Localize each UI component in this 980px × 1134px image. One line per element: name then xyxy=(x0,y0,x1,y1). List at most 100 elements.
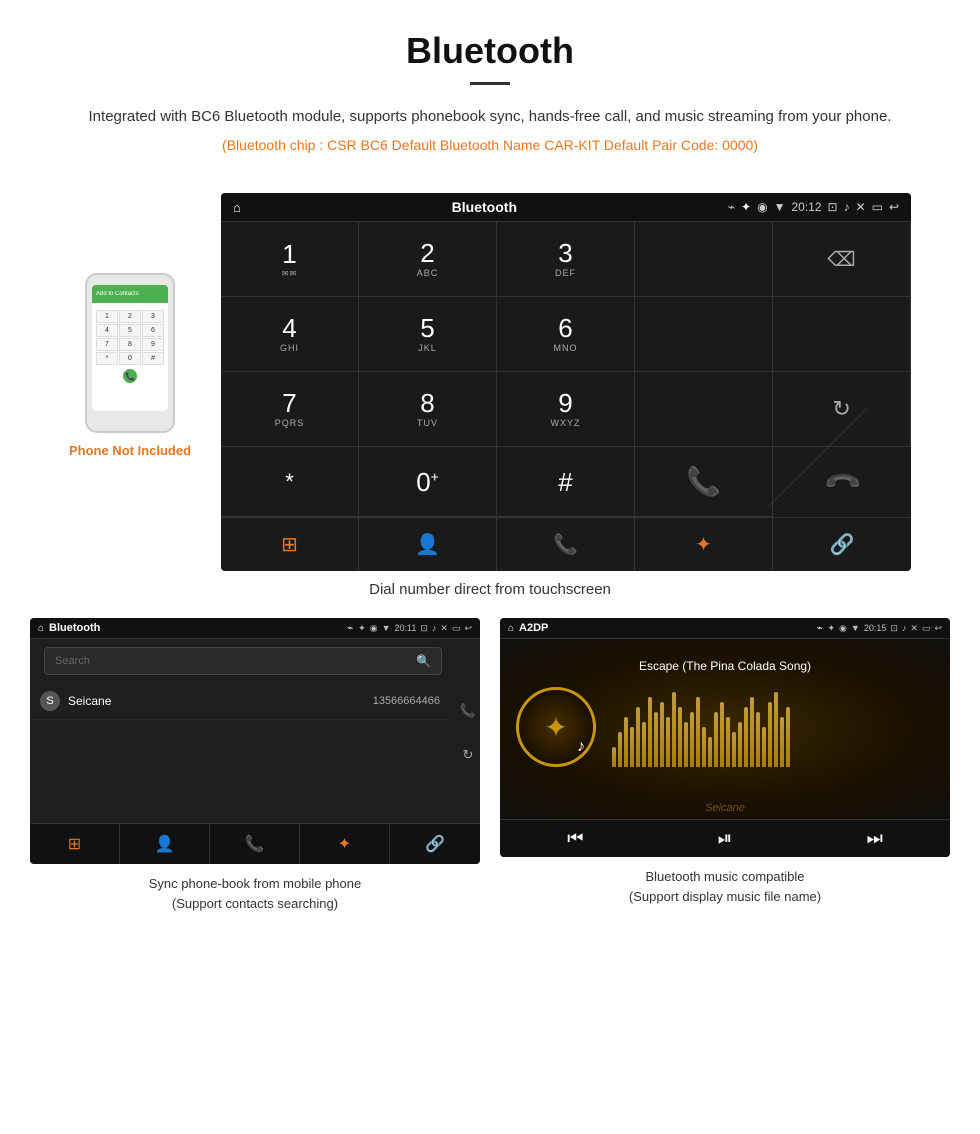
car-btn-phone[interactable]: 📞 xyxy=(497,518,635,571)
bluetooth-status-icon: ✦ xyxy=(741,200,751,214)
phone-keypad-row: 1 2 3 4 5 6 7 8 9 * 0 # xyxy=(96,310,164,365)
dial-key-2[interactable]: 2 ABC xyxy=(359,222,497,297)
search-icon[interactable]: 🔍 xyxy=(416,654,431,668)
pb-time: 20:11 xyxy=(394,623,416,634)
phone-image: Add to Contacts 1 2 3 4 5 6 7 8 9 * 0 xyxy=(85,273,175,433)
phone-key: 3 xyxy=(142,310,164,323)
close-icon[interactable]: ✕ xyxy=(856,200,866,214)
back-icon[interactable]: ↩ xyxy=(889,200,899,214)
wifi-icon: ▼ xyxy=(774,200,786,214)
dial-key-9[interactable]: 9 WXYZ xyxy=(497,372,635,447)
music-status-icons: ✦ ◉ ▼ 20:15 ⊡ ♪ ✕ ▭ ↩ xyxy=(827,623,942,634)
seicane-watermark: Seicane xyxy=(705,802,745,814)
contact-row[interactable]: S Seicane 13566664466 xyxy=(30,683,450,720)
contacts-list: S Seicane 13566664466 xyxy=(30,683,450,720)
dial-key-8[interactable]: 8 TUV xyxy=(359,372,497,447)
music-caption-line2: (Support display music file name) xyxy=(629,889,821,904)
volume-icon: ♪ xyxy=(844,200,850,214)
dial-key-5[interactable]: 5 JKL xyxy=(359,297,497,372)
phone-not-included-label: Phone Not Included xyxy=(69,443,191,458)
pb-btn-contacts[interactable]: 👤 xyxy=(120,824,210,864)
music-close-icon[interactable]: ✕ xyxy=(910,623,918,634)
phone-key: 6 xyxy=(142,324,164,337)
pb-close-icon[interactable]: ✕ xyxy=(440,623,448,634)
car-btn-dialpad[interactable]: ⊞ xyxy=(221,518,359,571)
car-btn-bluetooth[interactable]: ✦ xyxy=(635,518,773,571)
dial-key-4[interactable]: 4 GHI xyxy=(221,297,359,372)
side-icons: 📞 ↻ xyxy=(460,683,476,783)
pb-btn-link[interactable]: 🔗 xyxy=(390,824,480,864)
music-controls: ⏮ ⏯ ⏭ xyxy=(500,819,950,857)
phone-key: 2 xyxy=(119,310,141,323)
bluetooth-music-icon: ✦ xyxy=(544,711,567,744)
music-album-art: ✦ ♪ xyxy=(516,687,596,767)
status-icons: ⌁ ✦ ◉ ▼ 20:12 ⊡ ♪ ✕ ▭ ↩ xyxy=(728,200,899,214)
music-time: 20:15 xyxy=(864,623,887,634)
dial-key-3[interactable]: 3 DEF xyxy=(497,222,635,297)
dial-key-1[interactable]: 1 ✉✉ xyxy=(221,222,359,297)
dialpad-empty-3 xyxy=(773,297,911,372)
pb-usb-icon: ⌁ xyxy=(347,623,353,634)
dial-key-star[interactable]: * xyxy=(221,447,359,517)
music-play-btn[interactable]: ⏯ xyxy=(718,828,732,849)
dial-key-7[interactable]: 7 PQRS xyxy=(221,372,359,447)
music-usb-icon: ⌁ xyxy=(816,623,822,634)
pb-home-icon[interactable]: ⌂ xyxy=(38,623,44,634)
contact-avatar: S xyxy=(40,691,60,711)
dialpad-grid: 1 ✉✉ 2 ABC 3 DEF ⌫ 4 GHI 5 JKL xyxy=(221,222,911,517)
music-camera-icon: ⊡ xyxy=(890,623,898,634)
dialpad-empty-2 xyxy=(635,297,773,372)
phone-key: 1 xyxy=(96,310,118,323)
phonebook-status-bar: ⌂ Bluetooth ⌁ ✦ ◉ ▼ 20:11 ⊡ ♪ ✕ ▭ ↩ xyxy=(30,618,480,639)
dialpad-empty-1 xyxy=(635,222,773,297)
dial-delete-btn[interactable]: ⌫ xyxy=(773,222,911,297)
phone-key: 8 xyxy=(119,338,141,351)
music-note-icon: ♪ xyxy=(577,738,585,756)
phone-key: 4 xyxy=(96,324,118,337)
car-btn-contacts[interactable]: 👤 xyxy=(359,518,497,571)
side-phone-icon[interactable]: 📞 xyxy=(460,703,476,719)
music-caption: Bluetooth music compatible (Support disp… xyxy=(629,867,821,906)
phonebook-caption-line2: (Support contacts searching) xyxy=(172,896,338,911)
page-description: Integrated with BC6 Bluetooth module, su… xyxy=(80,105,900,129)
dial-key-0[interactable]: 0+ xyxy=(359,447,497,517)
pb-status-icons: ✦ ◉ ▼ 20:11 ⊡ ♪ ✕ ▭ ↩ xyxy=(358,623,472,634)
phonebook-body: S Seicane 13566664466 📞 ↻ xyxy=(30,683,480,783)
music-back-icon[interactable]: ↩ xyxy=(934,623,942,634)
music-equalizer xyxy=(612,687,934,767)
phone-key: 5 xyxy=(119,324,141,337)
time-display: 20:12 xyxy=(791,200,821,214)
music-home-icon[interactable]: ⌂ xyxy=(508,623,514,634)
music-vol-icon: ♪ xyxy=(902,623,907,634)
pb-btn-dialpad[interactable]: ⊞ xyxy=(30,824,120,864)
main-screenshot-container: Add to Contacts 1 2 3 4 5 6 7 8 9 * 0 xyxy=(0,193,980,571)
contact-number: 13566664466 xyxy=(373,695,440,707)
music-prev-btn[interactable]: ⏮ xyxy=(567,828,583,849)
side-refresh-icon[interactable]: ↻ xyxy=(462,747,473,763)
pb-screen-title: Bluetooth xyxy=(49,622,342,634)
bluetooth-specs: (Bluetooth chip : CSR BC6 Default Blueto… xyxy=(80,137,900,153)
music-next-btn[interactable]: ⏭ xyxy=(867,828,883,849)
pb-back-icon[interactable]: ↩ xyxy=(464,623,472,634)
music-bt-icon: ✦ xyxy=(827,623,835,634)
title-divider xyxy=(470,82,510,85)
phone-key: 7 xyxy=(96,338,118,351)
dial-key-hash[interactable]: # xyxy=(497,447,635,517)
phonebook-search-bar[interactable]: Search 🔍 xyxy=(44,647,442,675)
dial-key-6[interactable]: 6 MNO xyxy=(497,297,635,372)
music-status-bar: ⌂ A2DP ⌁ ✦ ◉ ▼ 20:15 ⊡ ♪ ✕ ▭ ↩ xyxy=(500,618,950,639)
home-icon[interactable]: ⌂ xyxy=(233,200,241,215)
pb-loc-icon: ◉ xyxy=(370,623,378,634)
dial-call-btn[interactable]: 📞 xyxy=(635,447,773,517)
phone-aside: Add to Contacts 1 2 3 4 5 6 7 8 9 * 0 xyxy=(69,193,191,458)
pb-btn-phone[interactable]: 📞 xyxy=(210,824,300,864)
music-art-row: ✦ ♪ xyxy=(516,687,934,767)
pb-btn-bluetooth[interactable]: ✦ xyxy=(300,824,390,864)
phonebook-car-screen: ⌂ Bluetooth ⌁ ✦ ◉ ▼ 20:11 ⊡ ♪ ✕ ▭ ↩ xyxy=(30,618,480,864)
music-wifi-icon: ▼ xyxy=(851,623,860,634)
pb-wifi-icon: ▼ xyxy=(382,623,391,634)
phonebook-screen-wrapper: ⌂ Bluetooth ⌁ ✦ ◉ ▼ 20:11 ⊡ ♪ ✕ ▭ ↩ xyxy=(30,618,480,913)
music-screen-wrapper: ⌂ A2DP ⌁ ✦ ◉ ▼ 20:15 ⊡ ♪ ✕ ▭ ↩ Escape (T… xyxy=(500,618,950,913)
music-caption-line1: Bluetooth music compatible xyxy=(646,869,805,884)
location-icon: ◉ xyxy=(757,200,767,214)
